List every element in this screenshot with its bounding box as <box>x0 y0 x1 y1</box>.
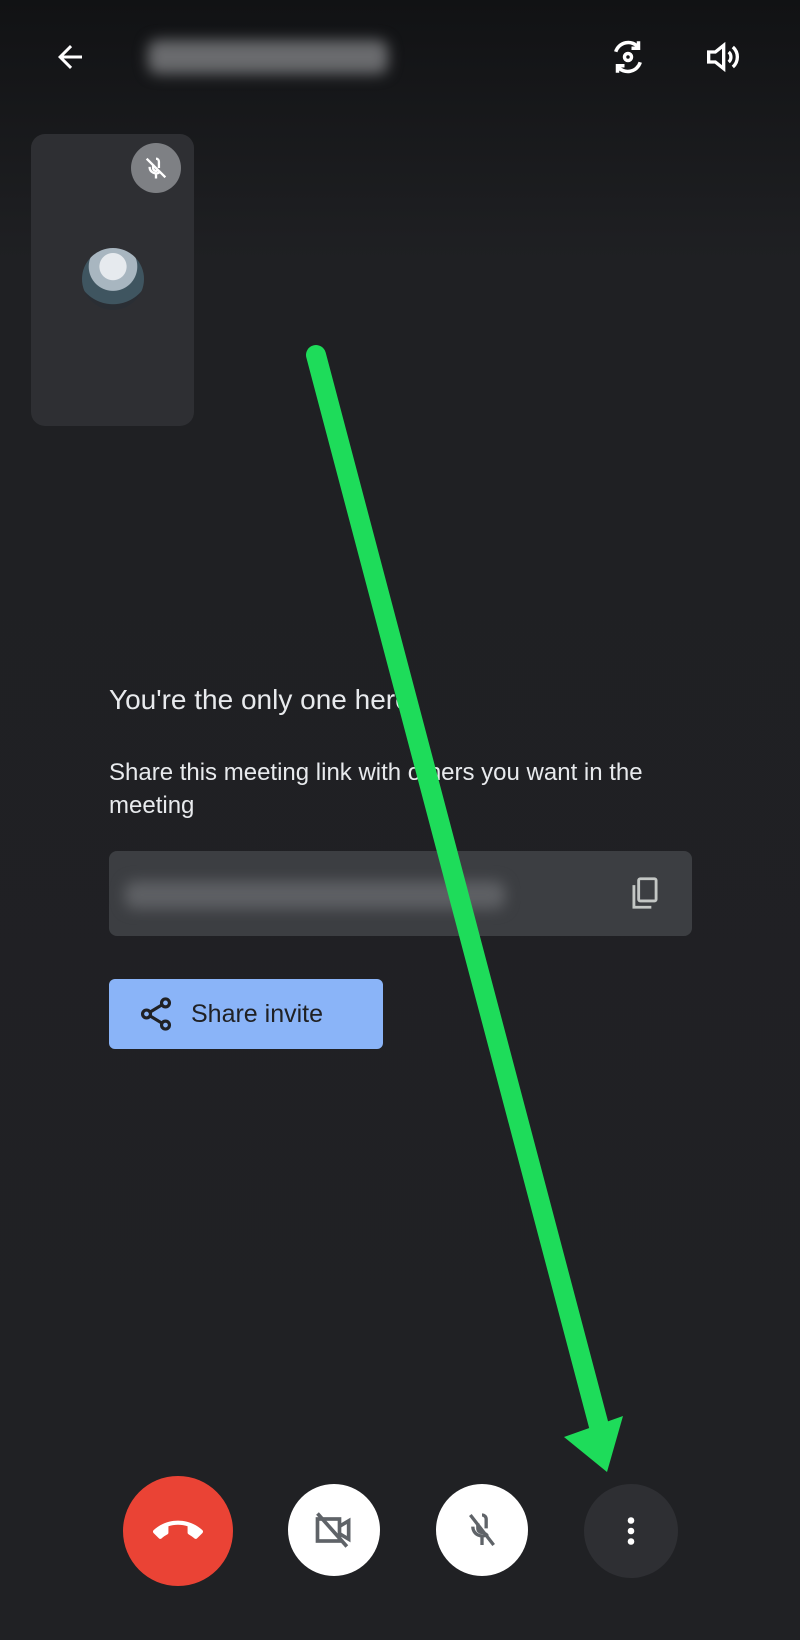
share-invite-button[interactable]: Share invite <box>109 979 383 1049</box>
mic-toggle-button[interactable] <box>436 1484 528 1576</box>
more-vert-icon <box>627 1517 635 1545</box>
copy-link-button[interactable] <box>617 865 673 921</box>
avatar <box>82 248 144 310</box>
share-invite-label: Share invite <box>191 999 324 1028</box>
share-icon <box>140 997 172 1031</box>
camera-switch-icon <box>614 40 642 74</box>
call-end-icon <box>153 1520 203 1539</box>
meeting-link-field[interactable] <box>109 851 692 936</box>
videocam-off-icon <box>315 1512 351 1548</box>
more-options-button[interactable] <box>584 1484 678 1578</box>
audio-output-button[interactable] <box>694 29 750 85</box>
speaker-icon <box>707 41 740 73</box>
mic-off-icon <box>145 157 167 179</box>
switch-camera-button[interactable] <box>600 29 656 85</box>
tile-muted-indicator <box>131 143 181 193</box>
copy-icon <box>632 877 658 909</box>
back-button[interactable] <box>42 29 98 85</box>
end-call-button[interactable] <box>123 1476 233 1586</box>
meeting-link <box>125 881 505 909</box>
mic-off-icon <box>469 1513 495 1547</box>
arrow-left-icon <box>58 45 82 69</box>
meeting-title <box>148 40 388 74</box>
camera-toggle-button[interactable] <box>288 1484 380 1576</box>
annotation-arrow-head <box>564 1416 623 1472</box>
empty-meeting-heading: You're the only one here <box>109 684 411 715</box>
share-description: Share this meeting link with others you … <box>109 759 643 819</box>
